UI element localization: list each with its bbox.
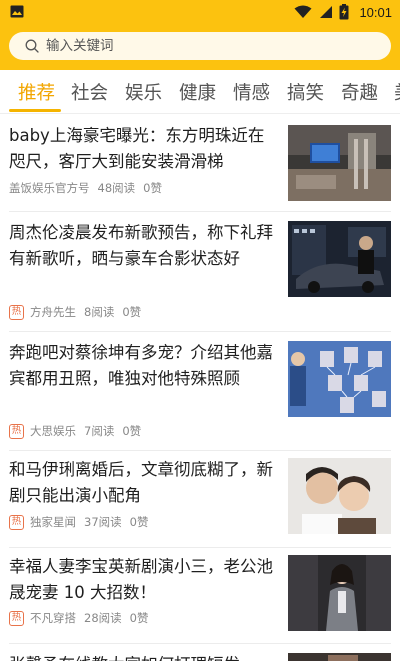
tab-funny[interactable]: 搞笑 bbox=[287, 79, 324, 105]
article-source: 独家星闻 bbox=[30, 515, 76, 529]
tab-recommend[interactable]: 推荐 bbox=[18, 79, 55, 105]
article-likes: 0赞 bbox=[129, 515, 149, 529]
article-reads: 7阅读 bbox=[84, 424, 115, 438]
article-source: 盖饭娱乐官方号 bbox=[9, 181, 90, 195]
actress-photo[interactable] bbox=[288, 555, 391, 631]
article-likes: 0赞 bbox=[122, 424, 142, 438]
article-title[interactable]: 张馨予在线教大家如何打理短发 bbox=[9, 652, 277, 661]
car-night-photo[interactable] bbox=[288, 221, 391, 297]
article-likes: 0赞 bbox=[143, 181, 162, 195]
tab-curious[interactable]: 奇趣 bbox=[341, 79, 378, 105]
article-meta: 热 大思娱乐 7阅读 0赞 bbox=[9, 423, 141, 439]
status-bar: 10:01 bbox=[0, 0, 400, 24]
signal-icon bbox=[320, 6, 333, 18]
battery-charging-icon bbox=[339, 4, 349, 20]
category-tabs: 推荐 社会 娱乐 健康 情感 搞笑 奇趣 美 bbox=[0, 70, 400, 114]
article-source: 大思娱乐 bbox=[30, 424, 76, 438]
hot-badge: 热 bbox=[9, 423, 24, 439]
article-title[interactable]: baby上海豪宅曝光：东方明珠近在咫尺，客厅大到能安装滑滑梯 bbox=[9, 123, 277, 175]
article-source: 方舟先生 bbox=[30, 305, 76, 319]
hot-badge: 热 bbox=[9, 514, 24, 530]
image-notification-icon bbox=[10, 5, 24, 18]
article-reads: 28阅读 bbox=[84, 611, 122, 625]
couple-photo[interactable] bbox=[288, 458, 391, 534]
tab-health[interactable]: 健康 bbox=[179, 79, 216, 105]
article-item[interactable]: 和马伊琍离婚后，文章彻底糊了，新剧只能出演小配角 热 独家星闻 37阅读 0赞 bbox=[0, 451, 400, 547]
partial-photo[interactable] bbox=[288, 653, 391, 661]
tab-beauty[interactable]: 美 bbox=[394, 79, 400, 105]
article-reads: 8阅读 bbox=[84, 305, 115, 319]
article-meta: 盖饭娱乐官方号 48阅读 0赞 bbox=[9, 180, 162, 196]
search-input[interactable] bbox=[46, 38, 346, 54]
living-room-photo[interactable] bbox=[288, 125, 391, 201]
article-likes: 0赞 bbox=[122, 305, 142, 319]
article-meta: 热 独家星闻 37阅读 0赞 bbox=[9, 514, 148, 530]
article-title[interactable]: 周杰伦凌晨发布新歌预告，称下礼拜有新歌听，晒与豪车合影状态好 bbox=[9, 220, 277, 272]
article-title[interactable]: 奔跑吧对蔡徐坤有多宠？介绍其他嘉宾都用丑照，唯独对他特殊照顾 bbox=[9, 340, 277, 392]
tab-society[interactable]: 社会 bbox=[71, 79, 108, 105]
article-item[interactable]: 幸福人妻李宝英新剧演小三，老公池晟宠妻 10 大招数！ 热 不凡穿搭 28阅读 … bbox=[0, 548, 400, 643]
active-tab-indicator bbox=[9, 109, 61, 112]
search-bar[interactable] bbox=[9, 32, 391, 60]
article-likes: 0赞 bbox=[129, 611, 149, 625]
article-title[interactable]: 和马伊琍离婚后，文章彻底糊了，新剧只能出演小配角 bbox=[9, 457, 277, 509]
app-header: 10:01 bbox=[0, 0, 400, 70]
tv-show-photo[interactable] bbox=[288, 341, 391, 417]
article-item[interactable]: 周杰伦凌晨发布新歌预告，称下礼拜有新歌听，晒与豪车合影状态好 热 方舟先生 8阅… bbox=[0, 212, 400, 331]
tab-emotion[interactable]: 情感 bbox=[233, 79, 270, 105]
article-title[interactable]: 幸福人妻李宝英新剧演小三，老公池晟宠妻 10 大招数！ bbox=[9, 554, 277, 606]
article-source: 不凡穿搭 bbox=[30, 611, 76, 625]
clock-time: 10:01 bbox=[359, 4, 392, 20]
article-reads: 37阅读 bbox=[84, 515, 122, 529]
hot-badge: 热 bbox=[9, 304, 24, 320]
article-item[interactable]: baby上海豪宅曝光：东方明珠近在咫尺，客厅大到能安装滑滑梯 盖饭娱乐官方号 4… bbox=[0, 115, 400, 211]
hot-badge: 热 bbox=[9, 610, 24, 626]
article-meta: 热 不凡穿搭 28阅读 0赞 bbox=[9, 610, 148, 626]
tab-entertainment[interactable]: 娱乐 bbox=[125, 79, 162, 105]
article-item[interactable]: 张馨予在线教大家如何打理短发 bbox=[0, 644, 400, 661]
wifi-icon bbox=[294, 5, 312, 18]
article-reads: 48阅读 bbox=[97, 181, 136, 195]
article-item[interactable]: 奔跑吧对蔡徐坤有多宠？介绍其他嘉宾都用丑照，唯独对他特殊照顾 热 大思娱乐 7阅… bbox=[0, 332, 400, 450]
search-icon bbox=[25, 39, 39, 53]
article-meta: 热 方舟先生 8阅读 0赞 bbox=[9, 304, 141, 320]
